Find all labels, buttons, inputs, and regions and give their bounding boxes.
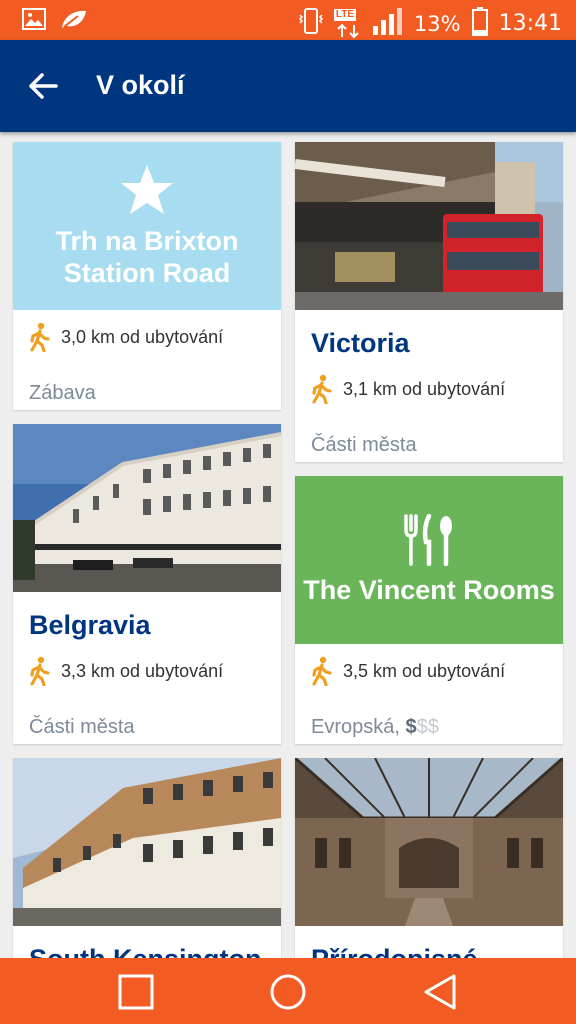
card-victoria[interactable]: Victoria 3,1 km od ubytování Části města: [295, 142, 563, 462]
back-arrow-icon[interactable]: [26, 68, 62, 104]
walking-icon: [312, 656, 332, 686]
tile-title: The Vincent Rooms: [303, 575, 555, 605]
card-belgravia[interactable]: Belgravia 3,3 km od ubytování Části měst…: [13, 424, 281, 744]
clock: 13:41: [498, 11, 562, 36]
category: Zábava: [29, 382, 96, 404]
vibrate-icon: [298, 7, 324, 40]
leaf-icon: [60, 8, 88, 35]
navigation-bar: [0, 958, 576, 1024]
distance: 3,5 km od ubytování: [311, 656, 505, 686]
photo-belgravia: [13, 424, 281, 592]
home-icon[interactable]: [268, 972, 308, 1012]
app-bar: V okolí: [0, 40, 576, 132]
card-natural-history[interactable]: Přírodopisné: [295, 758, 563, 958]
card-south-kensington[interactable]: South Kensington: [13, 758, 281, 958]
price-level-active: $: [405, 716, 417, 738]
category: Evropská, $$$: [311, 716, 439, 739]
card-title: South Kensington: [29, 944, 261, 958]
lte-icon: LTE: [333, 8, 362, 39]
distance: 3,3 km od ubytování: [29, 656, 223, 686]
distance: 3,0 km od ubytování: [29, 322, 223, 352]
signal-icon: [372, 6, 404, 41]
distance-text: 3,3 km od ubytování: [61, 660, 224, 681]
recents-icon[interactable]: [116, 972, 156, 1012]
battery-percent: 13%: [413, 11, 461, 36]
page-title: V okolí: [96, 70, 185, 100]
distance-text: 3,5 km od ubytování: [343, 660, 506, 681]
distance-text: 3,0 km od ubytování: [61, 326, 224, 347]
gallery-icon: [22, 8, 46, 35]
card-media: The Vincent Rooms: [295, 476, 563, 644]
battery-icon: [471, 6, 489, 41]
photo-south-kensington: [13, 758, 281, 926]
distance: 3,1 km od ubytování: [311, 374, 505, 404]
walking-icon: [312, 374, 332, 404]
star-icon: [121, 165, 173, 214]
distance-text: 3,1 km od ubytování: [343, 378, 506, 399]
card-title: Victoria: [311, 328, 410, 358]
walking-icon: [30, 322, 50, 352]
card-brixton-market[interactable]: Trh na Brixton Station Road 3,0 km od ub…: [13, 142, 281, 410]
cuisine: Evropská,: [311, 716, 400, 738]
card-title: Přírodopisné: [311, 944, 478, 958]
back-icon[interactable]: [420, 972, 460, 1012]
card-vincent-rooms[interactable]: The Vincent Rooms 3,5 km od ubytování Ev…: [295, 476, 563, 744]
price-level-inactive: $$: [416, 716, 439, 738]
walking-icon: [30, 656, 50, 686]
fork-knife-spoon-icon: [404, 514, 452, 566]
card-media: Trh na Brixton Station Road: [13, 142, 281, 310]
photo-victoria-station: [295, 142, 563, 310]
tile-title: Trh na Brixton Station Road: [55, 226, 239, 288]
photo-natural-history-museum: [295, 758, 563, 926]
category: Části města: [311, 434, 417, 456]
card-title: Belgravia: [29, 610, 151, 640]
category: Části města: [29, 716, 135, 738]
nearby-grid: Trh na Brixton Station Road 3,0 km od ub…: [0, 132, 576, 958]
status-bar: LTE 13% 13:41: [0, 0, 576, 40]
